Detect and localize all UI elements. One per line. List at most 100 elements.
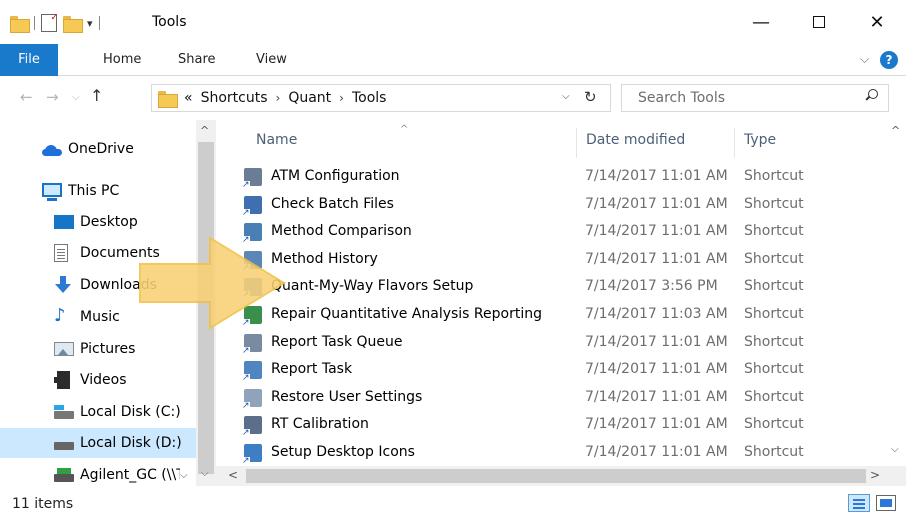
breadcrumb-separator[interactable]: › bbox=[339, 91, 344, 105]
desktop-folder-icon bbox=[54, 215, 74, 229]
nav-item-this-pc[interactable]: This PC bbox=[0, 176, 196, 206]
expand-ribbon-icon[interactable]: ⌵ bbox=[860, 52, 869, 67]
column-header-type[interactable]: Type bbox=[744, 120, 776, 160]
maximize-button[interactable] bbox=[790, 0, 848, 44]
scroll-right-icon[interactable]: > bbox=[870, 468, 880, 482]
scroll-down-icon[interactable]: ⌵ bbox=[891, 444, 899, 455]
nav-item-agilent-gc[interactable]: Agilent_GC (\\T\ ⌵ bbox=[0, 460, 196, 490]
maximize-icon bbox=[813, 16, 825, 28]
column-header-date[interactable]: Date modified bbox=[586, 120, 685, 160]
nav-item-pictures[interactable]: Pictures bbox=[0, 334, 196, 364]
file-list-vertical-scrollbar[interactable]: ^ ⌵ bbox=[886, 120, 906, 466]
customize-toolbar-dropdown[interactable]: ▾ bbox=[87, 17, 93, 30]
scroll-up-icon[interactable]: ^ bbox=[891, 124, 900, 137]
address-bar[interactable]: « Shortcuts › Quant › Tools ⌵ ↻ bbox=[151, 84, 611, 112]
new-folder-icon[interactable] bbox=[63, 15, 83, 33]
breadcrumb-tools[interactable]: Tools bbox=[352, 90, 387, 106]
nav-label: Pictures bbox=[80, 341, 136, 357]
nav-item-local-disk-c[interactable]: Local Disk (C:) bbox=[0, 397, 196, 427]
ribbon-tabs: File Home Share View ⌵ ? bbox=[0, 44, 906, 76]
file-type: Shortcut bbox=[744, 306, 804, 322]
column-header-name[interactable]: Name bbox=[256, 120, 297, 160]
search-icon[interactable] bbox=[866, 89, 878, 101]
nav-scroll-thumb[interactable] bbox=[198, 142, 214, 474]
table-row[interactable]: Report Task Queue 7/14/2017 11:01 AM Short… bbox=[216, 330, 886, 357]
sort-indicator-icon: ^ bbox=[400, 124, 409, 135]
file-name: Report Task Queue bbox=[271, 333, 403, 350]
tab-file[interactable]: File bbox=[0, 44, 58, 76]
file-type: Shortcut bbox=[744, 416, 804, 433]
file-date-modified: 7/14/2017 11:01 AM bbox=[585, 333, 728, 350]
nav-label: This PC bbox=[68, 183, 120, 199]
table-row[interactable]: RT Calibration 7/14/2017 11:01 AM Shortcut bbox=[216, 412, 886, 439]
details-view-icon[interactable] bbox=[848, 494, 870, 512]
nav-label: Agilent_GC (\\T\ bbox=[80, 467, 180, 483]
help-icon[interactable]: ? bbox=[880, 51, 898, 69]
table-row[interactable]: Setup Desktop Icons 7/14/2017 11:01 AM Sho… bbox=[216, 440, 886, 467]
nav-scrollbar[interactable]: ^ ⌵ bbox=[196, 120, 216, 486]
address-dropdown-icon[interactable]: ⌵ bbox=[562, 91, 570, 102]
column-divider[interactable] bbox=[576, 128, 577, 158]
folder-icon bbox=[158, 90, 178, 108]
table-row[interactable]: Check Batch Files 7/14/2017 11:01 AM Short… bbox=[216, 192, 886, 219]
downloads-folder-icon bbox=[54, 276, 74, 294]
search-placeholder: Search Tools bbox=[638, 90, 726, 106]
tab-home[interactable]: Home bbox=[103, 44, 141, 76]
tab-view[interactable]: View bbox=[256, 44, 287, 76]
onedrive-icon bbox=[42, 145, 62, 157]
table-row[interactable]: Restore User Settings 7/14/2017 11:01 AM S… bbox=[216, 385, 886, 412]
table-row[interactable]: Method History 7/14/2017 11:01 AM Shortcut bbox=[216, 247, 886, 274]
recent-locations-dropdown[interactable]: ⌵ bbox=[72, 92, 80, 103]
table-row[interactable]: Report Task 7/14/2017 11:01 AM Shortcut bbox=[216, 357, 886, 384]
file-type: Shortcut bbox=[744, 195, 804, 212]
up-button[interactable]: ↑ bbox=[90, 86, 103, 105]
table-row[interactable]: Repair Quantitative Analysis Reporting 7/… bbox=[216, 302, 886, 329]
scroll-down-icon[interactable]: ⌵ bbox=[201, 468, 209, 479]
breadcrumb-quant[interactable]: Quant bbox=[288, 90, 331, 106]
status-bar: 11 items bbox=[0, 488, 906, 518]
this-pc-icon bbox=[42, 183, 62, 201]
music-folder-icon: ♪ bbox=[54, 305, 66, 326]
close-button[interactable]: ✕ bbox=[848, 0, 906, 44]
nav-item-local-disk-d[interactable]: Local Disk (D:) bbox=[0, 428, 196, 458]
column-divider[interactable] bbox=[734, 128, 735, 158]
breadcrumb-overflow[interactable]: « bbox=[184, 90, 193, 106]
nav-item-documents[interactable]: Documents bbox=[0, 238, 196, 268]
local-disk-d-icon bbox=[54, 442, 74, 450]
table-row[interactable]: Method Comparison 7/14/2017 11:01 AM Short… bbox=[216, 219, 886, 246]
navigation-pane: OneDrive This PC Desktop Documents Downl… bbox=[0, 120, 216, 486]
file-name: Check Batch Files bbox=[271, 195, 394, 212]
file-list-horizontal-scrollbar[interactable]: < > bbox=[216, 466, 906, 486]
file-date-modified: 7/14/2017 3:56 PM bbox=[585, 278, 718, 295]
table-row[interactable]: ATM Configuration 7/14/2017 11:01 AM Short… bbox=[216, 164, 886, 191]
properties-icon[interactable] bbox=[41, 13, 58, 32]
file-type: Shortcut bbox=[744, 278, 804, 295]
file-name: Method Comparison bbox=[271, 223, 412, 240]
search-box[interactable]: Search Tools bbox=[621, 84, 889, 112]
nav-item-onedrive[interactable]: OneDrive bbox=[0, 134, 196, 164]
scroll-left-icon[interactable]: < bbox=[228, 468, 238, 482]
file-name: ATM Configuration bbox=[271, 168, 400, 184]
file-date-modified: 7/14/2017 11:01 AM bbox=[585, 250, 728, 267]
breadcrumb-shortcuts[interactable]: Shortcuts bbox=[201, 90, 268, 106]
nav-item-downloads[interactable]: Downloads bbox=[0, 270, 196, 300]
scroll-up-icon[interactable]: ^ bbox=[200, 124, 209, 137]
forward-button[interactable]: → bbox=[46, 88, 59, 106]
breadcrumb-separator[interactable]: › bbox=[276, 91, 281, 105]
file-date-modified: 7/14/2017 11:01 AM bbox=[585, 444, 728, 460]
nav-item-videos[interactable]: Videos bbox=[0, 365, 196, 395]
expand-caret-icon[interactable]: ⌵ bbox=[180, 470, 188, 481]
refresh-icon[interactable]: ↻ bbox=[584, 88, 597, 106]
table-row[interactable]: Quant-My-Way Flavors Setup 7/14/2017 3:56… bbox=[216, 274, 886, 301]
nav-item-music[interactable]: ♪ Music bbox=[0, 302, 196, 332]
item-count: 11 items bbox=[12, 496, 74, 512]
nav-item-desktop[interactable]: Desktop bbox=[0, 207, 196, 237]
file-date-modified: 7/14/2017 11:01 AM bbox=[585, 361, 728, 378]
file-name: Method History bbox=[271, 250, 378, 267]
tab-share[interactable]: Share bbox=[178, 44, 216, 76]
large-icons-view-icon[interactable] bbox=[876, 495, 896, 511]
horizontal-scroll-thumb[interactable] bbox=[246, 469, 866, 483]
back-button[interactable]: ← bbox=[20, 88, 33, 106]
documents-folder-icon bbox=[54, 244, 68, 262]
minimize-button[interactable]: — bbox=[732, 0, 790, 44]
